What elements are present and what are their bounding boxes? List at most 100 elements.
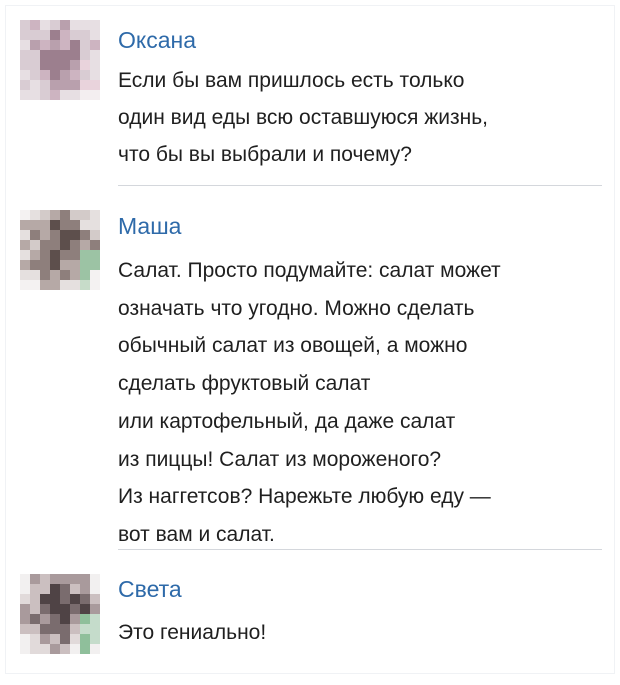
avatar-pixel [70,584,80,594]
avatar-pixel [40,594,50,604]
avatar-pixel [20,270,30,280]
avatar-pixel [30,280,40,290]
avatar-pixel [70,30,80,40]
avatar-pixel [70,80,80,90]
avatar-pixel [40,280,50,290]
avatar-pixel [80,594,90,604]
message-line: Это гениально! [118,621,267,644]
avatar-pixel [50,230,60,240]
avatar-pixel [40,70,50,80]
avatar-pixel [40,270,50,280]
avatar-pixel [80,230,90,240]
avatar-pixel [40,624,50,634]
avatar-pixel [50,210,60,220]
avatar-pixel [80,574,90,584]
avatar-pixel [60,584,70,594]
avatar-pixel [50,614,60,624]
avatar-pixel [20,220,30,230]
avatar-pixel [40,210,50,220]
conversation-thread: Оксана Если бы вам пришлось есть только … [6,6,614,673]
avatar-pixel [30,270,40,280]
avatar-pixel [60,574,70,584]
avatar-pixel [70,644,80,654]
avatar-pixel [60,90,70,100]
avatar-oksana[interactable] [20,20,100,100]
avatar-pixel [30,90,40,100]
avatar-pixel [70,614,80,624]
author-name[interactable]: Оксана [118,26,196,54]
avatar-pixel [50,644,60,654]
divider [118,549,602,550]
avatar-pixel [50,60,60,70]
avatar-pixel [20,210,30,220]
avatar-pixel [20,250,30,260]
avatar-pixel [90,210,100,220]
avatar-pixel [70,250,80,260]
avatar-pixel [90,230,100,240]
avatar-pixel [50,240,60,250]
avatar-pixel [90,594,100,604]
avatar-pixel [30,30,40,40]
avatar-pixel [40,30,50,40]
avatar-pixel [60,604,70,614]
avatar-pixel [80,210,90,220]
avatar-pixel [90,90,100,100]
avatar-pixel [50,574,60,584]
avatar-pixel [70,50,80,60]
avatar-sveta[interactable] [20,574,100,654]
avatar-pixel [60,50,70,60]
avatar-pixel [20,280,30,290]
avatar-pixel [30,574,40,584]
avatar-pixel [80,70,90,80]
message-text: Если бы вам пришлось есть только один ви… [118,62,608,173]
avatar-masha[interactable] [20,210,100,290]
avatar-pixel [30,80,40,90]
avatar-pixel [80,20,90,30]
avatar-pixel [20,574,30,584]
avatar-pixel [90,614,100,624]
avatar-pixel [40,80,50,90]
avatar-pixel [70,20,80,30]
avatar-pixel [60,250,70,260]
avatar-pixel [20,70,30,80]
avatar-pixel [80,584,90,594]
avatar-pixel [50,594,60,604]
avatar-pixel [70,240,80,250]
avatar-pixel [40,250,50,260]
avatar-pixel [90,270,100,280]
message-line: из пиццы! Салат из мороженого? [118,447,442,471]
avatar-pixel [90,280,100,290]
avatar-pixel [50,634,60,644]
avatar-pixel [70,220,80,230]
avatar-pixel [70,594,80,604]
avatar-pixel [40,20,50,30]
avatar-pixel [60,30,70,40]
avatar-pixel [60,644,70,654]
avatar-pixel [70,634,80,644]
avatar-pixel [30,240,40,250]
author-name[interactable]: Маша [118,212,181,240]
author-name[interactable]: Света [118,575,182,603]
message-line: или картофельный, да даже салат [118,409,456,433]
avatar-pixel [50,70,60,80]
avatar-pixel [70,270,80,280]
avatar-pixel [50,584,60,594]
avatar-pixel [50,220,60,230]
avatar-pixel [80,250,90,260]
avatar-pixel [40,584,50,594]
avatar-pixel [90,604,100,614]
avatar-pixel [90,220,100,230]
avatar-pixel [30,644,40,654]
avatar-pixel [90,240,100,250]
avatar-pixel [20,624,30,634]
avatar-pixel [90,70,100,80]
avatar-pixel [20,60,30,70]
avatar-pixel [30,220,40,230]
avatar-pixel [30,250,40,260]
avatar-pixel [20,40,30,50]
avatar-pixel [50,30,60,40]
avatar-pixel [90,60,100,70]
avatar-pixel [70,60,80,70]
avatar-pixel [20,604,30,614]
avatar-pixel [40,614,50,624]
